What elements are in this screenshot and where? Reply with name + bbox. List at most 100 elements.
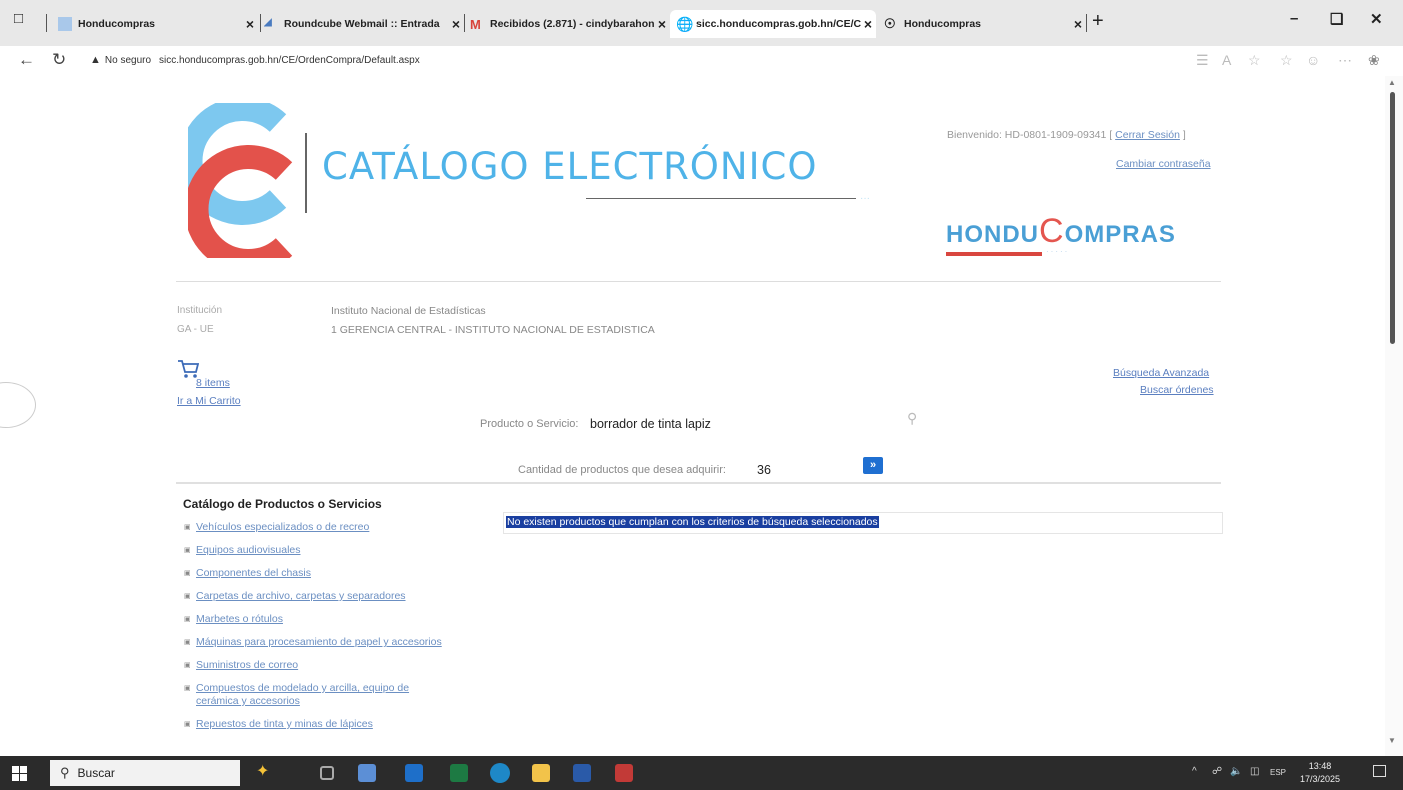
volume-icon[interactable]: 🔈 [1230, 766, 1242, 777]
tab-honducompras-1[interactable]: Honducompras × [58, 10, 258, 38]
tab-separator [1086, 14, 1087, 32]
url-field[interactable]: ▲ No seguro sicc.honducompras.gob.hn/CE/… [90, 54, 420, 66]
catalog-item[interactable]: Carpetas de archivo, carpetas y separado… [184, 590, 484, 603]
institution-value: Instituto Nacional de Estadísticas [331, 305, 486, 317]
quantity-label: Cantidad de productos que desea adquirir… [518, 464, 726, 476]
find-orders-link[interactable]: Buscar órdenes [1140, 384, 1214, 396]
display-icon[interactable]: ◫ [1250, 766, 1259, 777]
go-to-cart-link[interactable]: Ir a Mi Carrito [177, 395, 241, 407]
brand-part-2: OMPRAS [1064, 221, 1176, 248]
gmail-icon: M [470, 17, 481, 32]
task-view-icon[interactable] [320, 766, 334, 780]
file-explorer-icon[interactable] [532, 764, 550, 782]
read-aloud-icon[interactable]: A [1222, 52, 1231, 68]
url-text: sicc.honducompras.gob.hn/CE/OrdenCompra/… [159, 54, 420, 66]
close-tab-icon[interactable]: × [1074, 16, 1082, 32]
clock-date: 17/3/2025 [1300, 774, 1341, 784]
back-icon[interactable]: ← [18, 50, 35, 70]
catalog-item[interactable]: Suministros de correo [184, 659, 484, 672]
product-label: Producto o Servicio: [480, 418, 579, 430]
new-tab-button[interactable]: + [1092, 10, 1104, 33]
tab-actions-icon[interactable]: □ [14, 10, 23, 27]
security-status: No seguro [104, 54, 152, 66]
tab-honducompras-2[interactable]: ☉ Honducompras × [880, 10, 1086, 38]
taskbar-search-label: Buscar [77, 766, 115, 780]
edge-icon[interactable] [490, 763, 510, 783]
windows-start-icon[interactable] [12, 766, 27, 781]
scroll-down-icon[interactable]: ▼ [1388, 736, 1396, 745]
ga-ue-value: 1 GERENCIA CENTRAL - INSTITUTO NACIONAL … [331, 324, 655, 336]
tab-label: Roundcube Webmail :: Entrada [284, 18, 440, 30]
excel-icon[interactable] [450, 764, 468, 782]
tab-roundcube[interactable]: ◢ Roundcube Webmail :: Entrada × [264, 10, 464, 38]
network-icon[interactable]: ☍ [1212, 766, 1222, 777]
word-icon[interactable] [573, 764, 591, 782]
scrollbar-thumb[interactable] [1390, 92, 1395, 344]
product-search-input[interactable] [590, 413, 890, 435]
title-underline [586, 198, 856, 199]
brand-underline [946, 252, 1042, 256]
cart-icon[interactable] [177, 359, 199, 379]
more-icon[interactable]: ⋯ [1338, 52, 1352, 69]
catalog-item[interactable]: Compuestos de modelado y arcilla, equipo… [184, 682, 454, 708]
close-tab-icon[interactable]: × [452, 16, 460, 32]
restore-icon[interactable]: ❏ [1330, 10, 1343, 28]
catalog-item[interactable]: Componentes del chasis [184, 567, 484, 580]
catalog-heading: Catálogo de Productos o Servicios [183, 497, 382, 511]
change-password-link[interactable]: Cambiar contraseña [1116, 158, 1211, 170]
search-icon: ⚲ [60, 765, 70, 780]
no-results-message: No existen productos que cumplan con los… [506, 516, 879, 528]
acrobat-icon[interactable] [615, 764, 633, 782]
tab-sicc-active[interactable]: 🌐 sicc.honducompras.gob.hn/CE/C × [670, 10, 876, 38]
results-panel: No existen productos que cumplan con los… [503, 512, 1223, 534]
close-tab-icon[interactable]: × [246, 16, 254, 32]
brand-part-1: HONDU [946, 221, 1039, 248]
page-scrollbar[interactable]: ▲ ▼ [1385, 76, 1403, 756]
tab-label: Honducompras [904, 18, 982, 30]
minimize-icon[interactable]: – [1290, 10, 1298, 27]
advanced-search-link[interactable]: Búsqueda Avanzada [1113, 367, 1209, 379]
go-button[interactable]: » [863, 457, 883, 474]
profile-icon[interactable]: ☺ [1306, 52, 1320, 68]
close-tab-icon[interactable]: × [658, 16, 666, 32]
scroll-up-icon[interactable]: ▲ [1388, 78, 1396, 87]
taskbar-search[interactable]: ⚲ Buscar [50, 760, 240, 786]
roundcube-icon: ◢ [264, 17, 272, 28]
cart-items-count[interactable]: 8 items [196, 377, 230, 389]
close-window-icon[interactable]: ✕ [1370, 10, 1383, 28]
favorite-star-icon[interactable]: ☆ [1248, 52, 1261, 69]
tab-gmail[interactable]: M Recibidos (2.871) - cindybarahon × [470, 10, 670, 38]
quantity-input[interactable] [757, 459, 847, 481]
logout-link[interactable]: Cerrar Sesión [1115, 129, 1180, 141]
reader-icon[interactable]: ☰ [1196, 52, 1209, 69]
outlook-icon[interactable] [405, 764, 423, 782]
catalog-item[interactable]: Vehículos especializados o de recreo [184, 521, 484, 534]
tab-separator [46, 14, 47, 32]
catalog-list: Vehículos especializados o de recreo Equ… [184, 521, 484, 741]
search-icon[interactable]: ⚲ [907, 410, 917, 427]
widgets-sparkle-icon[interactable]: ✦ [256, 761, 274, 780]
catalog-item[interactable]: Equipos audiovisuales [184, 544, 484, 557]
catalog-item[interactable]: Máquinas para procesamiento de papel y a… [184, 636, 484, 649]
reload-icon[interactable]: ↻ [52, 50, 66, 70]
floating-circle-widget[interactable] [0, 382, 36, 428]
web-page: CATÁLOGO ELECTRÓNICO ··· Bienvenido: HD-… [0, 76, 1385, 756]
favorites-icon[interactable]: ☆ [1280, 52, 1293, 69]
catalog-item[interactable]: Repuestos de tinta y minas de lápices [184, 718, 484, 731]
catalogo-logo-icon [188, 103, 293, 258]
copilot-icon[interactable]: ❀ [1368, 52, 1380, 69]
tab-label: Recibidos (2.871) - cindybarahon [490, 18, 655, 30]
close-tab-icon[interactable]: × [864, 16, 872, 32]
clock[interactable]: 13:48 17/3/2025 [1300, 760, 1340, 786]
brand-c: C [1039, 212, 1065, 250]
teams-icon[interactable] [358, 764, 376, 782]
title-divider [305, 133, 307, 213]
tray-chevron-icon[interactable]: ^ [1192, 766, 1197, 777]
language-indicator[interactable]: ESP [1270, 768, 1286, 777]
windows-taskbar: ⚲ Buscar ✦ ^ ☍ 🔈 ◫ ESP 13:48 17/3/2025 [0, 756, 1403, 790]
tab-label: sicc.honducompras.gob.hn/CE/C [696, 18, 862, 30]
tab-label: Honducompras [78, 18, 156, 30]
notifications-icon[interactable] [1373, 765, 1386, 777]
globe-icon: 🌐 [676, 16, 694, 32]
catalog-item[interactable]: Marbetes o rótulos [184, 613, 484, 626]
